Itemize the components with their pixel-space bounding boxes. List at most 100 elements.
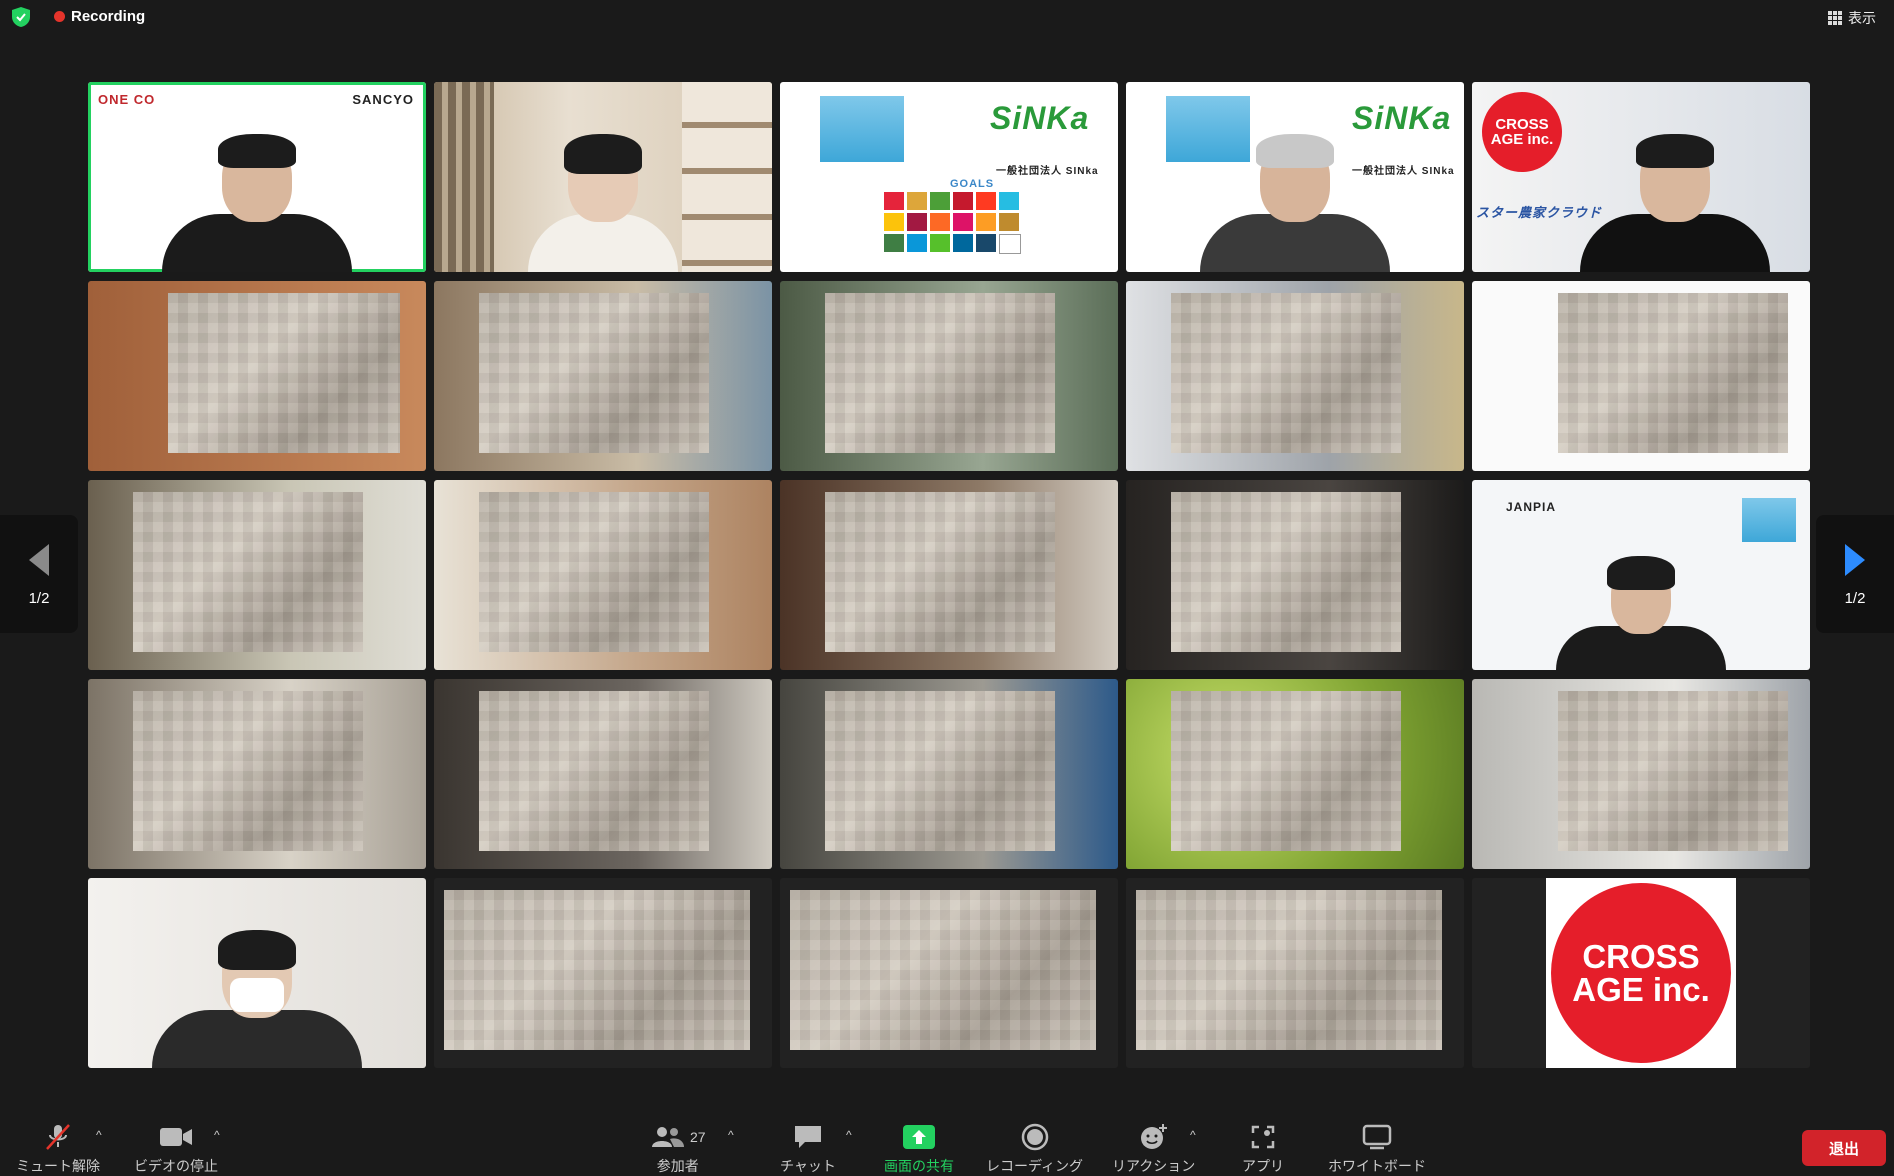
blurred-video bbox=[790, 890, 1096, 1050]
logo-line-1: CROSS bbox=[1582, 938, 1700, 975]
participants-icon: 27 bbox=[650, 1124, 706, 1150]
recording-button[interactable]: レコーディング bbox=[986, 1123, 1084, 1176]
blurred-video bbox=[1558, 293, 1788, 453]
share-screen-icon bbox=[903, 1124, 935, 1150]
video-tile[interactable] bbox=[1472, 281, 1810, 471]
view-button[interactable]: 表示 bbox=[1828, 8, 1876, 28]
crossage-logo: CROSS AGE inc. bbox=[1551, 883, 1731, 1063]
whiteboard-icon bbox=[1362, 1124, 1392, 1150]
video-tile[interactable]: SiNKa 一般社団法人 SINka bbox=[1126, 82, 1464, 272]
video-tile[interactable] bbox=[780, 878, 1118, 1068]
blurred-video bbox=[1171, 293, 1401, 453]
participant-video bbox=[1556, 556, 1726, 670]
video-tile[interactable] bbox=[1126, 281, 1464, 471]
blurred-video bbox=[825, 691, 1055, 851]
participant-video bbox=[528, 134, 678, 272]
video-tile[interactable]: CROSS AGE inc. bbox=[1472, 878, 1810, 1068]
participant-video bbox=[152, 930, 362, 1068]
participants-count: 27 bbox=[690, 1129, 706, 1145]
meeting-top-bar: Recording 表示 bbox=[0, 0, 1894, 36]
video-tile[interactable] bbox=[88, 679, 426, 869]
video-tile[interactable] bbox=[88, 480, 426, 670]
blurred-video bbox=[1558, 691, 1788, 851]
apps-button[interactable]: アプリ bbox=[1242, 1124, 1284, 1176]
blurred-video bbox=[1171, 492, 1401, 652]
blurred-video bbox=[444, 890, 750, 1050]
tile-logo-right: SANCYO bbox=[352, 92, 414, 107]
apps-icon bbox=[1250, 1124, 1276, 1150]
chat-options-caret-icon[interactable]: ^ bbox=[846, 1128, 852, 1142]
recording-label: Recording bbox=[71, 8, 146, 25]
video-tile[interactable]: SiNKa 一般社団法人 SINka GOALS bbox=[780, 82, 1118, 272]
sdg-icons bbox=[884, 192, 1021, 254]
leave-meeting-button[interactable]: 退出 bbox=[1802, 1130, 1886, 1166]
participants-label: 参加者 bbox=[656, 1158, 699, 1174]
whiteboard-button[interactable]: ホワイトボード bbox=[1328, 1124, 1426, 1176]
blurred-video bbox=[479, 691, 709, 851]
grid-view-icon bbox=[1828, 11, 1842, 25]
whiteboard-label: ホワイトボード bbox=[1328, 1158, 1426, 1174]
reactions-label: リアクション bbox=[1112, 1158, 1196, 1174]
chat-button[interactable]: チャット bbox=[780, 1124, 836, 1176]
blurred-video bbox=[168, 293, 400, 453]
blurred-video bbox=[479, 492, 709, 652]
stop-video-button[interactable]: ビデオの停止 bbox=[134, 1124, 218, 1176]
blurred-video bbox=[1171, 691, 1401, 851]
unmute-button[interactable]: ミュート解除 bbox=[16, 1124, 100, 1176]
video-tile[interactable] bbox=[780, 281, 1118, 471]
janpia-logo: JANPIA bbox=[1506, 500, 1557, 514]
chevron-left-icon bbox=[29, 543, 49, 576]
logo-line-2: AGE inc. bbox=[1572, 971, 1710, 1008]
view-label: 表示 bbox=[1848, 10, 1876, 26]
participant-video bbox=[1579, 134, 1770, 272]
video-tile[interactable] bbox=[88, 878, 426, 1068]
mute-options-caret-icon[interactable]: ^ bbox=[96, 1128, 102, 1142]
participants-options-caret-icon[interactable]: ^ bbox=[728, 1128, 734, 1142]
video-tile[interactable] bbox=[780, 480, 1118, 670]
blurred-video bbox=[825, 492, 1055, 652]
participant-video bbox=[162, 134, 352, 272]
participants-button[interactable]: 27 参加者 bbox=[650, 1124, 706, 1176]
video-tile-active-speaker[interactable]: ONE CO SANCYO bbox=[88, 82, 426, 272]
video-tile[interactable] bbox=[1126, 878, 1464, 1068]
participant-video bbox=[1200, 134, 1390, 272]
reactions-button[interactable]: リアクション bbox=[1112, 1124, 1195, 1176]
video-tile[interactable] bbox=[434, 82, 772, 272]
unmute-label: ミュート解除 bbox=[16, 1158, 100, 1174]
page-indicator-left: 1/2 bbox=[28, 589, 50, 607]
recording-indicator[interactable]: Recording bbox=[54, 8, 145, 25]
security-shield-icon[interactable] bbox=[12, 7, 30, 27]
video-camera-icon bbox=[159, 1124, 193, 1150]
crossage-avatar: CROSS AGE inc. bbox=[1546, 878, 1736, 1068]
next-page-button[interactable]: 1/2 bbox=[1816, 515, 1894, 633]
video-tile[interactable] bbox=[1126, 480, 1464, 670]
video-tile[interactable] bbox=[1126, 679, 1464, 869]
reactions-options-caret-icon[interactable]: ^ bbox=[1190, 1128, 1196, 1142]
chat-bubble-icon bbox=[793, 1124, 823, 1150]
video-options-caret-icon[interactable]: ^ bbox=[214, 1128, 220, 1142]
video-tile[interactable] bbox=[780, 679, 1118, 869]
logo-line-2: AGE inc. bbox=[1490, 131, 1554, 148]
video-tile[interactable]: JANPIA bbox=[1472, 480, 1810, 670]
previous-page-button[interactable]: 1/2 bbox=[0, 515, 78, 633]
sinka-logo: SiNKa bbox=[1352, 100, 1452, 136]
sinka-logo: SiNKa bbox=[990, 100, 1090, 136]
recording-label-button: レコーディング bbox=[986, 1158, 1084, 1174]
logo-line-1: CROSS bbox=[1495, 116, 1549, 133]
blurred-video bbox=[133, 492, 363, 652]
blurred-video bbox=[133, 691, 363, 851]
org-label: 一般社団法人 SINka bbox=[996, 166, 1099, 177]
share-screen-button[interactable]: 画面の共有 bbox=[884, 1124, 954, 1176]
video-tile[interactable] bbox=[434, 878, 772, 1068]
video-tile[interactable] bbox=[434, 480, 772, 670]
video-tile[interactable]: CROSS AGE inc. スター農家クラウド bbox=[1472, 82, 1810, 272]
share-screen-label: 画面の共有 bbox=[884, 1158, 954, 1174]
video-gallery: ONE CO SANCYO SiNKa 一般社団法人 SINka GOALS S… bbox=[88, 82, 1814, 1068]
meeting-toolbar: ミュート解除 ^ ビデオの停止 ^ 27 参加者 ^ チャット ^ 画面の共有 … bbox=[0, 1112, 1894, 1176]
blurred-video bbox=[1136, 890, 1442, 1050]
video-tile[interactable] bbox=[434, 679, 772, 869]
microphone-muted-icon bbox=[43, 1124, 73, 1150]
video-tile[interactable] bbox=[434, 281, 772, 471]
video-tile[interactable] bbox=[88, 281, 426, 471]
video-tile[interactable] bbox=[1472, 679, 1810, 869]
